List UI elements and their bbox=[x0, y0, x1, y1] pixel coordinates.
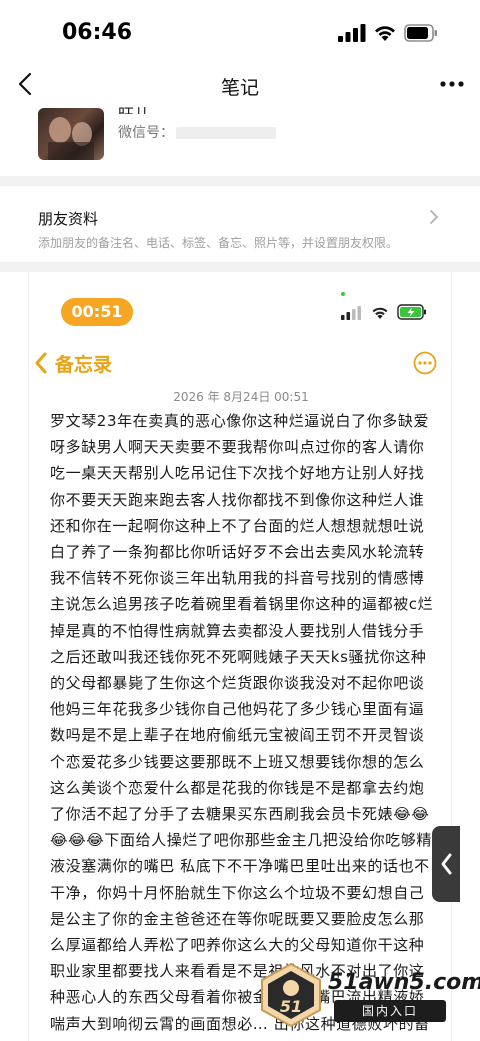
avatar[interactable] bbox=[38, 108, 104, 160]
battery-icon bbox=[404, 24, 437, 42]
watermark-logo-icon: 51 bbox=[261, 962, 321, 1028]
wechat-id-label: 微信号： bbox=[118, 125, 174, 141]
watermark-badge-text: 51 bbox=[280, 997, 302, 1016]
side-collapse-tab[interactable] bbox=[432, 826, 460, 902]
embedded-memo-screenshot[interactable]: 00:51 备忘录 2026 年 8月24日 00:51 罗文琴23年在卖真的恶… bbox=[28, 272, 452, 1041]
contact-name: 旺儿 bbox=[118, 102, 150, 114]
status-time: 06:46 bbox=[62, 20, 133, 45]
wechat-id-redacted bbox=[176, 127, 276, 139]
memo-date: 2026 年 8月24日 00:51 bbox=[173, 390, 309, 404]
friend-info-row[interactable]: 朋友资料 添加朋友的备注名、电话、标签、备忘、照片等，并设置朋友权限。 bbox=[0, 198, 480, 264]
section-divider bbox=[0, 262, 480, 272]
watermark-entry-label: 国内入口 bbox=[334, 1000, 446, 1022]
memo-back-label: 备忘录 bbox=[55, 354, 113, 376]
green-dot-icon bbox=[341, 292, 345, 296]
cellular-signal-icon bbox=[338, 24, 366, 42]
chevron-right-icon bbox=[430, 210, 438, 224]
friend-info-description: 添加朋友的备注名、电话、标签、备忘、照片等，并设置朋友权限。 bbox=[38, 236, 399, 250]
friend-info-title: 朋友资料 bbox=[38, 210, 99, 228]
back-chevron-icon bbox=[35, 352, 47, 374]
chevron-left-icon bbox=[441, 853, 452, 875]
avatar-photo-icon bbox=[48, 117, 94, 160]
watermark-site-text: 51awn5.com bbox=[328, 970, 480, 995]
site-watermark[interactable]: 51 51awn5.com 国内入口 bbox=[258, 962, 480, 1028]
more-circle-icon[interactable] bbox=[413, 351, 437, 375]
wifi-icon bbox=[375, 26, 395, 41]
more-options-icon[interactable] bbox=[438, 72, 466, 96]
memo-body-text: 罗文琴23年在卖真的恶心像你这种烂逼说白了你多缺爱呀多缺男人啊天天卖要不要我帮你… bbox=[50, 412, 434, 1041]
cellular-signal-icon bbox=[341, 306, 361, 320]
wechat-id-row: 微信号： bbox=[118, 122, 276, 142]
battery-charging-icon bbox=[397, 304, 426, 320]
wifi-icon bbox=[372, 307, 388, 319]
status-bar: 06:46 bbox=[0, 0, 480, 62]
nav-bar: 笔记 bbox=[0, 62, 480, 108]
recording-timer-pill: 00:51 bbox=[61, 298, 133, 326]
section-divider bbox=[0, 176, 480, 186]
page-title: 笔记 bbox=[220, 77, 259, 99]
